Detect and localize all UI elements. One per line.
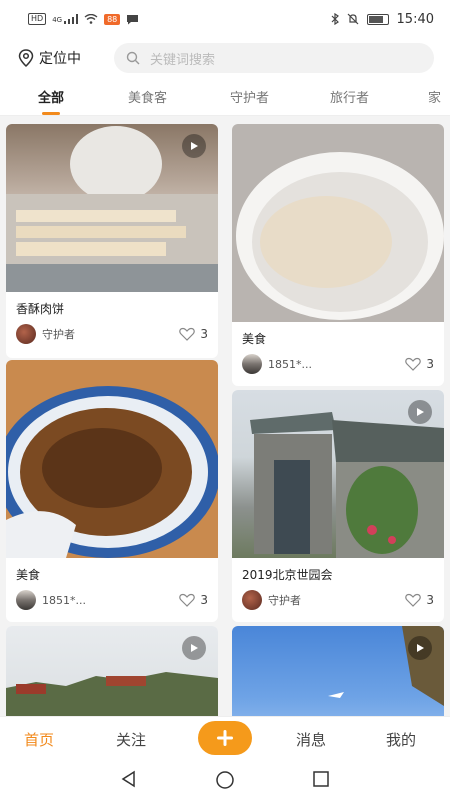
system-nav-bar [0,760,450,800]
add-post-button[interactable] [198,721,252,755]
heart-icon [179,327,196,341]
card-title: 2019北京世园会 [242,568,333,582]
card-title: 美食 [16,568,41,582]
card-image [232,390,444,558]
card-image [6,360,218,558]
heart-icon [405,357,422,371]
location-pin-icon [18,49,34,67]
like-count: 3 [426,593,434,607]
card-meta: 守护者 3 [6,318,218,350]
back-icon[interactable] [120,770,138,792]
card-meta: 1851*... 3 [6,584,218,616]
tab-guardian[interactable]: 守护者 [230,87,269,106]
feed-grid: 香酥肉饼 守护者 3 美食 1851*... 3 美食 1851*... 3 2… [0,116,450,716]
feed-card[interactable]: 2019北京世园会 守护者 3 [232,390,444,622]
feed-card[interactable] [232,626,444,716]
battery-icon [366,13,389,25]
card-author: 守护者 [42,328,75,341]
top-header: 定位中 关键词搜索 [0,38,450,78]
heart-icon [179,593,196,607]
heart-icon [405,593,422,607]
tab-home[interactable]: 家 [428,87,441,106]
mute-icon [347,13,358,25]
tab-traveler[interactable]: 旅行者 [330,87,369,106]
card-author: 1851*... [268,357,312,371]
like-button[interactable]: 3 [405,357,434,371]
home-icon[interactable] [215,770,235,794]
card-meta: 1851*... 3 [232,348,444,380]
like-count: 3 [426,357,434,371]
tab-foodie[interactable]: 美食客 [128,87,167,106]
category-tabs: 全部 美食客 守护者 旅行者 家 [0,78,450,116]
plus-icon [217,730,233,746]
location-label: 定位中 [39,51,81,67]
wifi-icon [84,14,98,24]
bottom-nav: 首页 关注 消息 我的 [0,716,450,760]
bluetooth-icon [331,13,339,25]
tab-all[interactable]: 全部 [38,87,64,115]
video-play-icon [408,400,432,424]
card-author: 守护者 [268,594,301,607]
like-button[interactable]: 3 [405,593,434,607]
feed-card[interactable]: 香酥肉饼 守护者 3 [6,124,218,358]
status-bar: HD 4G 88 15:40 [0,0,450,38]
hd-badge: HD [28,13,47,25]
card-image [232,626,444,716]
nav-me[interactable]: 我的 [386,729,416,750]
card-image [6,124,218,292]
search-placeholder: 关键词搜索 [150,52,216,68]
app-badge: 88 [104,13,121,25]
status-right: 15:40 [331,12,434,27]
nav-home[interactable]: 首页 [24,729,54,750]
video-play-icon [408,636,432,660]
card-image [232,124,444,322]
like-count: 3 [200,593,208,607]
search-input[interactable]: 关键词搜索 [114,43,434,73]
avatar [16,590,36,610]
card-meta: 守护者 3 [232,584,444,616]
recents-icon[interactable] [312,770,330,792]
avatar [16,324,36,344]
signal-icon: 4G [52,14,79,24]
avatar [242,590,262,610]
video-play-icon [182,134,206,158]
card-image [6,626,218,716]
like-button[interactable]: 3 [179,593,208,607]
video-play-icon [182,636,206,660]
feed-card[interactable] [6,626,218,716]
status-time: 15:40 [396,11,434,27]
location-button[interactable]: 定位中 [18,48,106,68]
feed-card[interactable]: 美食 1851*... 3 [232,124,444,386]
nav-follow[interactable]: 关注 [116,729,146,750]
card-author: 1851*... [42,593,86,607]
card-title: 香酥肉饼 [16,302,65,316]
nav-messages[interactable]: 消息 [296,729,326,750]
avatar [242,354,262,374]
like-count: 3 [200,327,208,341]
card-title: 美食 [242,332,267,346]
status-left: HD 4G 88 [28,13,139,25]
search-icon [126,51,140,65]
message-icon [127,14,139,24]
feed-card[interactable]: 美食 1851*... 3 [6,360,218,622]
like-button[interactable]: 3 [179,327,208,341]
network-type: 4G [52,16,63,24]
